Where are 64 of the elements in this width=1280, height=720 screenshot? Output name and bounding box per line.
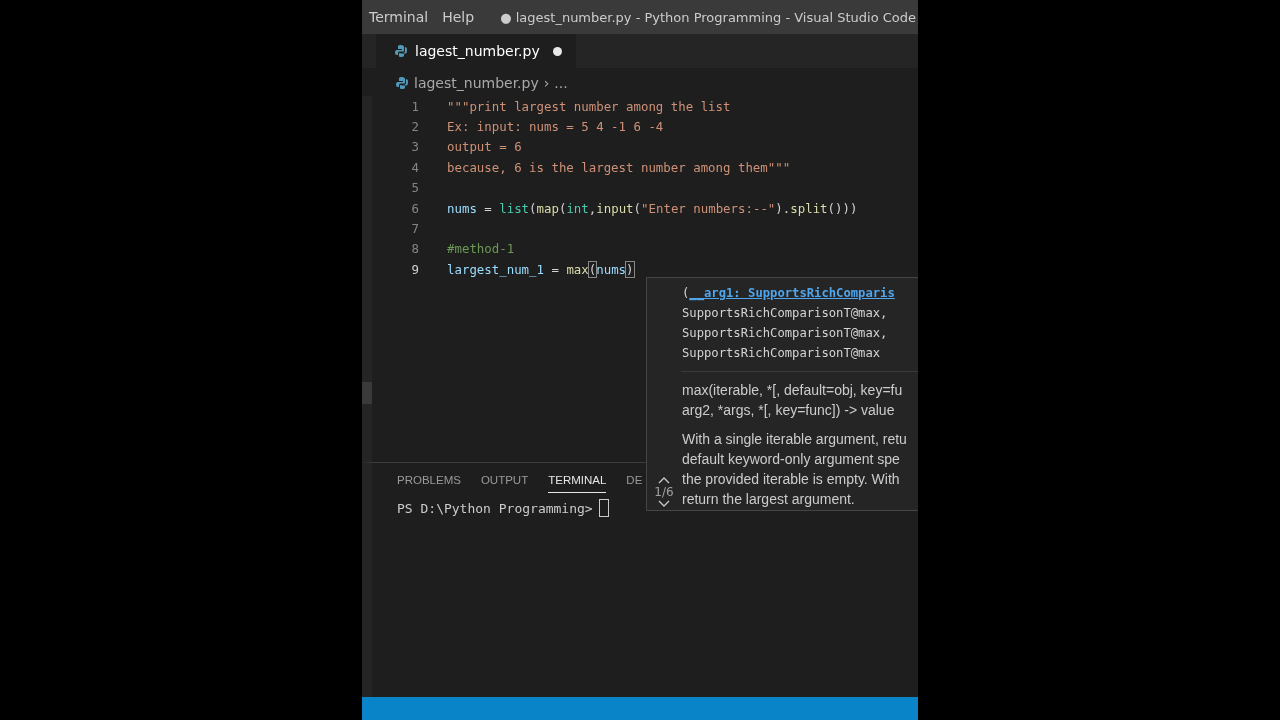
panel-tab[interactable]: PROBLEMS — [397, 474, 461, 493]
editor-tab[interactable]: lagest_number.py — [376, 34, 576, 68]
signature-text: SupportsRichComparisonT@max, — [682, 325, 889, 342]
chevron-down-icon[interactable] — [658, 500, 670, 508]
builtin-name: list — [499, 200, 530, 216]
active-parameter: __arg1: SupportsRichComparis — [689, 286, 895, 300]
doc-signature: max(iterable, *[, default=obj, key=fu — [682, 381, 904, 400]
function-name: map — [536, 200, 559, 216]
python-icon — [394, 44, 408, 58]
line-number: 5 — [410, 180, 419, 196]
matched-bracket: ) — [626, 261, 634, 277]
line-number: 7 — [410, 221, 419, 237]
code-punctuation: ( — [529, 200, 537, 216]
chevron-up-icon[interactable] — [658, 476, 670, 484]
code-punctuation: ). — [775, 200, 791, 216]
window-title: ● lagest_number.py - Python Programming - Visual Studio Code — [500, 9, 917, 25]
string-literal: """print largest number among the list — [447, 98, 731, 114]
code-punctuation: = — [550, 261, 560, 277]
code-comment: #method-1 — [447, 241, 515, 257]
doc-signature: arg2, *args, *[, key=func]) -> value — [682, 401, 896, 420]
panel-tab[interactable]: TERMINAL — [548, 474, 607, 493]
line-number: 4 — [410, 159, 419, 175]
code-punctuation: ())) — [827, 200, 858, 216]
menu-item[interactable]: Help — [435, 9, 482, 25]
builtin-name: int — [566, 200, 589, 216]
panel-tab[interactable]: OUTPUT — [480, 474, 529, 493]
string-literal: because, 6 is the largest number among them""" — [447, 159, 791, 175]
variable-name: largest_num_1 — [447, 261, 544, 277]
doc-text: default keyword-only argument spe — [682, 450, 901, 469]
line-number: 9 — [410, 261, 419, 277]
panel-tab[interactable]: DE — [626, 474, 643, 493]
code-punctuation: ( — [682, 286, 690, 300]
line-number: 3 — [410, 139, 419, 155]
string-literal: "Enter numbers:--" — [641, 200, 776, 216]
matched-bracket: ( — [588, 261, 597, 277]
line-number: 2 — [410, 119, 419, 135]
signature-text: SupportsRichComparisonT@max, — [682, 305, 889, 322]
string-literal: Ex: input: nums = 5 4 -1 6 -4 — [447, 119, 664, 135]
function-name: split — [790, 200, 828, 216]
terminal-cursor — [598, 499, 609, 517]
breadcrumb-item[interactable]: lagest_number.py — [414, 75, 539, 91]
python-icon — [395, 76, 409, 90]
function-name: max — [566, 261, 589, 277]
code-punctuation: , — [588, 200, 597, 216]
variable-name: nums — [596, 261, 627, 277]
overload-counter: 1/6 — [654, 485, 674, 499]
terminal-prompt: PS D:\Python Programming> — [397, 500, 593, 516]
doc-text: With a single iterable argument, retu — [682, 430, 908, 449]
line-number: 8 — [410, 241, 419, 257]
function-name: input — [596, 200, 634, 216]
doc-text: the provided iterable is empty. With — [682, 470, 901, 489]
signature-text: SupportsRichComparisonT@max — [682, 345, 882, 362]
code-punctuation: = — [483, 200, 493, 216]
code-punctuation: ( — [633, 200, 642, 216]
doc-text: return the largest argument. — [682, 490, 856, 509]
line-number: 1 — [410, 98, 419, 114]
breadcrumb-item[interactable]: ... — [554, 75, 568, 91]
menu-item[interactable]: Terminal — [362, 9, 436, 25]
string-literal: output = 6 — [447, 139, 522, 155]
variable-name: nums — [447, 200, 477, 216]
code-punctuation: ( — [558, 200, 567, 216]
breadcrumb-separator: › — [543, 75, 550, 91]
line-number: 6 — [410, 200, 419, 216]
scroll-marker — [362, 382, 372, 404]
